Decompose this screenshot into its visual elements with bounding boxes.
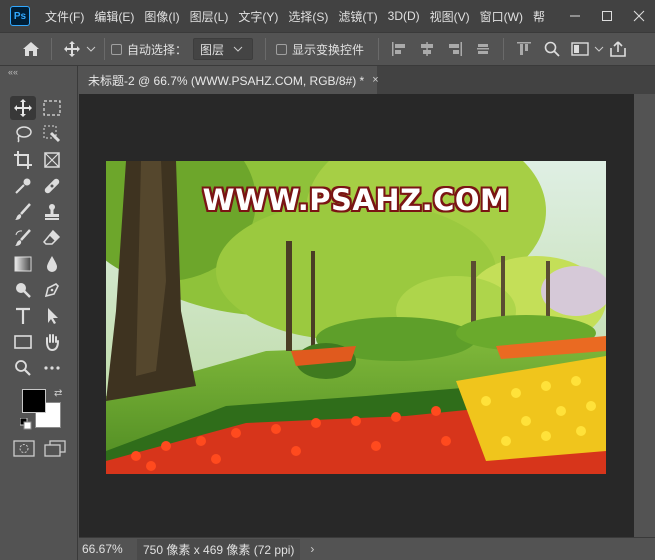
distribute-icon[interactable]	[510, 35, 538, 63]
swap-colors-icon[interactable]: ⇄	[54, 388, 62, 399]
layer-select-dropdown[interactable]: 图层	[193, 38, 254, 60]
chevron-down-icon[interactable]	[594, 42, 604, 56]
divider	[104, 38, 105, 60]
close-icon[interactable]	[623, 0, 655, 32]
eraser-tool[interactable]	[39, 226, 65, 250]
type-tool[interactable]	[10, 304, 36, 328]
chevron-down-icon[interactable]	[86, 42, 98, 56]
divider	[51, 38, 52, 60]
divider	[265, 38, 267, 60]
history-brush-tool[interactable]	[10, 226, 36, 250]
maximize-icon[interactable]	[591, 0, 623, 32]
menu-layer[interactable]: 图层(L)	[185, 8, 234, 25]
search-icon[interactable]	[538, 35, 566, 63]
menu-3d[interactable]: 3D(D)	[383, 9, 425, 23]
zoom-tool[interactable]	[10, 356, 36, 380]
lasso-tool[interactable]	[10, 122, 36, 146]
workspace-icon[interactable]	[566, 35, 594, 63]
align-top-icon[interactable]	[469, 35, 497, 63]
tools-panel: «« ⇄	[0, 66, 78, 560]
show-transform-checkbox[interactable]	[276, 43, 288, 55]
collapse-panel-icon[interactable]: ««	[0, 66, 77, 78]
show-transform-label: 显示变换控件	[292, 42, 365, 57]
menu-edit[interactable]: 编辑(E)	[89, 8, 139, 25]
options-bar: 自动选择： 图层 显示变换控件	[0, 32, 655, 66]
menu-image[interactable]: 图像(I)	[139, 8, 184, 25]
menu-window[interactable]: 窗口(W)	[475, 8, 528, 25]
document-info: 750 像素 x 469 像素 (72 ppi)	[137, 538, 301, 560]
document-tab-title: 未标题-2 @ 66.7% (WWW.PSAHZ.COM, RGB/8#) *	[88, 73, 365, 88]
menu-bar: Ps 文件(F) 编辑(E) 图像(I) 图层(L) 文字(Y) 选择(S) 滤…	[0, 0, 655, 32]
align-left-icon[interactable]	[385, 35, 413, 63]
menu-type[interactable]: 文字(Y)	[233, 8, 283, 25]
align-right-icon[interactable]	[441, 35, 469, 63]
path-select-tool[interactable]	[39, 304, 65, 328]
divider	[503, 38, 505, 60]
minimize-icon[interactable]	[559, 0, 591, 32]
chevron-down-icon	[233, 46, 243, 52]
status-bar: 66.67% 750 像素 x 469 像素 (72 ppi) ›	[79, 537, 655, 560]
watermark-text: WWW.PSAHZ.COM	[202, 183, 510, 217]
healing-brush-tool[interactable]	[39, 174, 65, 198]
align-center-icon[interactable]	[413, 35, 441, 63]
brush-tool[interactable]	[10, 200, 36, 224]
layer-select-value: 图层	[200, 42, 225, 57]
auto-select-checkbox[interactable]	[111, 43, 122, 55]
status-menu-arrow-icon[interactable]: ›	[310, 542, 314, 556]
gradient-tool[interactable]	[10, 252, 36, 276]
document-tab-bar: 未标题-2 @ 66.7% (WWW.PSAHZ.COM, RGB/8#) * …	[79, 66, 655, 94]
quick-mask-icon[interactable]	[13, 440, 35, 461]
hand-tool[interactable]	[39, 330, 65, 354]
crop-tool[interactable]	[10, 148, 36, 172]
menu-file[interactable]: 文件(F)	[40, 8, 89, 25]
tab-close-icon[interactable]: ×	[372, 74, 378, 86]
menu-filter[interactable]: 滤镜(T)	[333, 8, 382, 25]
clone-stamp-tool[interactable]	[39, 200, 65, 224]
default-colors-icon[interactable]	[19, 417, 32, 430]
menu-select[interactable]: 选择(S)	[283, 8, 333, 25]
screen-mode-icon[interactable]	[44, 440, 66, 461]
auto-select-label: 自动选择：	[127, 42, 188, 57]
quick-select-tool[interactable]	[39, 122, 65, 146]
tool-grid	[10, 96, 68, 382]
share-icon[interactable]	[604, 35, 632, 63]
divider	[378, 38, 380, 60]
color-swatches: ⇄	[19, 388, 68, 438]
canvas-image[interactable]: WWW.PSAHZ.COM	[106, 161, 606, 474]
foreground-color-swatch[interactable]	[22, 389, 46, 413]
pen-tool[interactable]	[39, 278, 65, 302]
eyedropper-tool[interactable]	[10, 174, 36, 198]
canvas-area[interactable]: WWW.PSAHZ.COM	[79, 94, 634, 537]
dodge-tool[interactable]	[10, 278, 36, 302]
move-tool[interactable]	[10, 96, 36, 120]
home-icon[interactable]	[17, 35, 45, 63]
blur-tool[interactable]	[39, 252, 65, 276]
photoshop-logo: Ps	[10, 6, 30, 26]
marquee-tool[interactable]	[39, 96, 65, 120]
move-tool-icon[interactable]	[58, 35, 86, 63]
vertical-scrollbar[interactable]	[634, 94, 655, 537]
document-tab[interactable]: 未标题-2 @ 66.7% (WWW.PSAHZ.COM, RGB/8#) * …	[79, 66, 379, 94]
frame-tool[interactable]	[39, 148, 65, 172]
rectangle-tool[interactable]	[10, 330, 36, 354]
menu-help[interactable]: 帮	[528, 8, 550, 25]
zoom-level[interactable]: 66.67%	[79, 542, 129, 556]
more-tools-icon[interactable]	[39, 356, 65, 380]
menu-view[interactable]: 视图(V)	[425, 8, 475, 25]
window-controls	[559, 0, 655, 32]
